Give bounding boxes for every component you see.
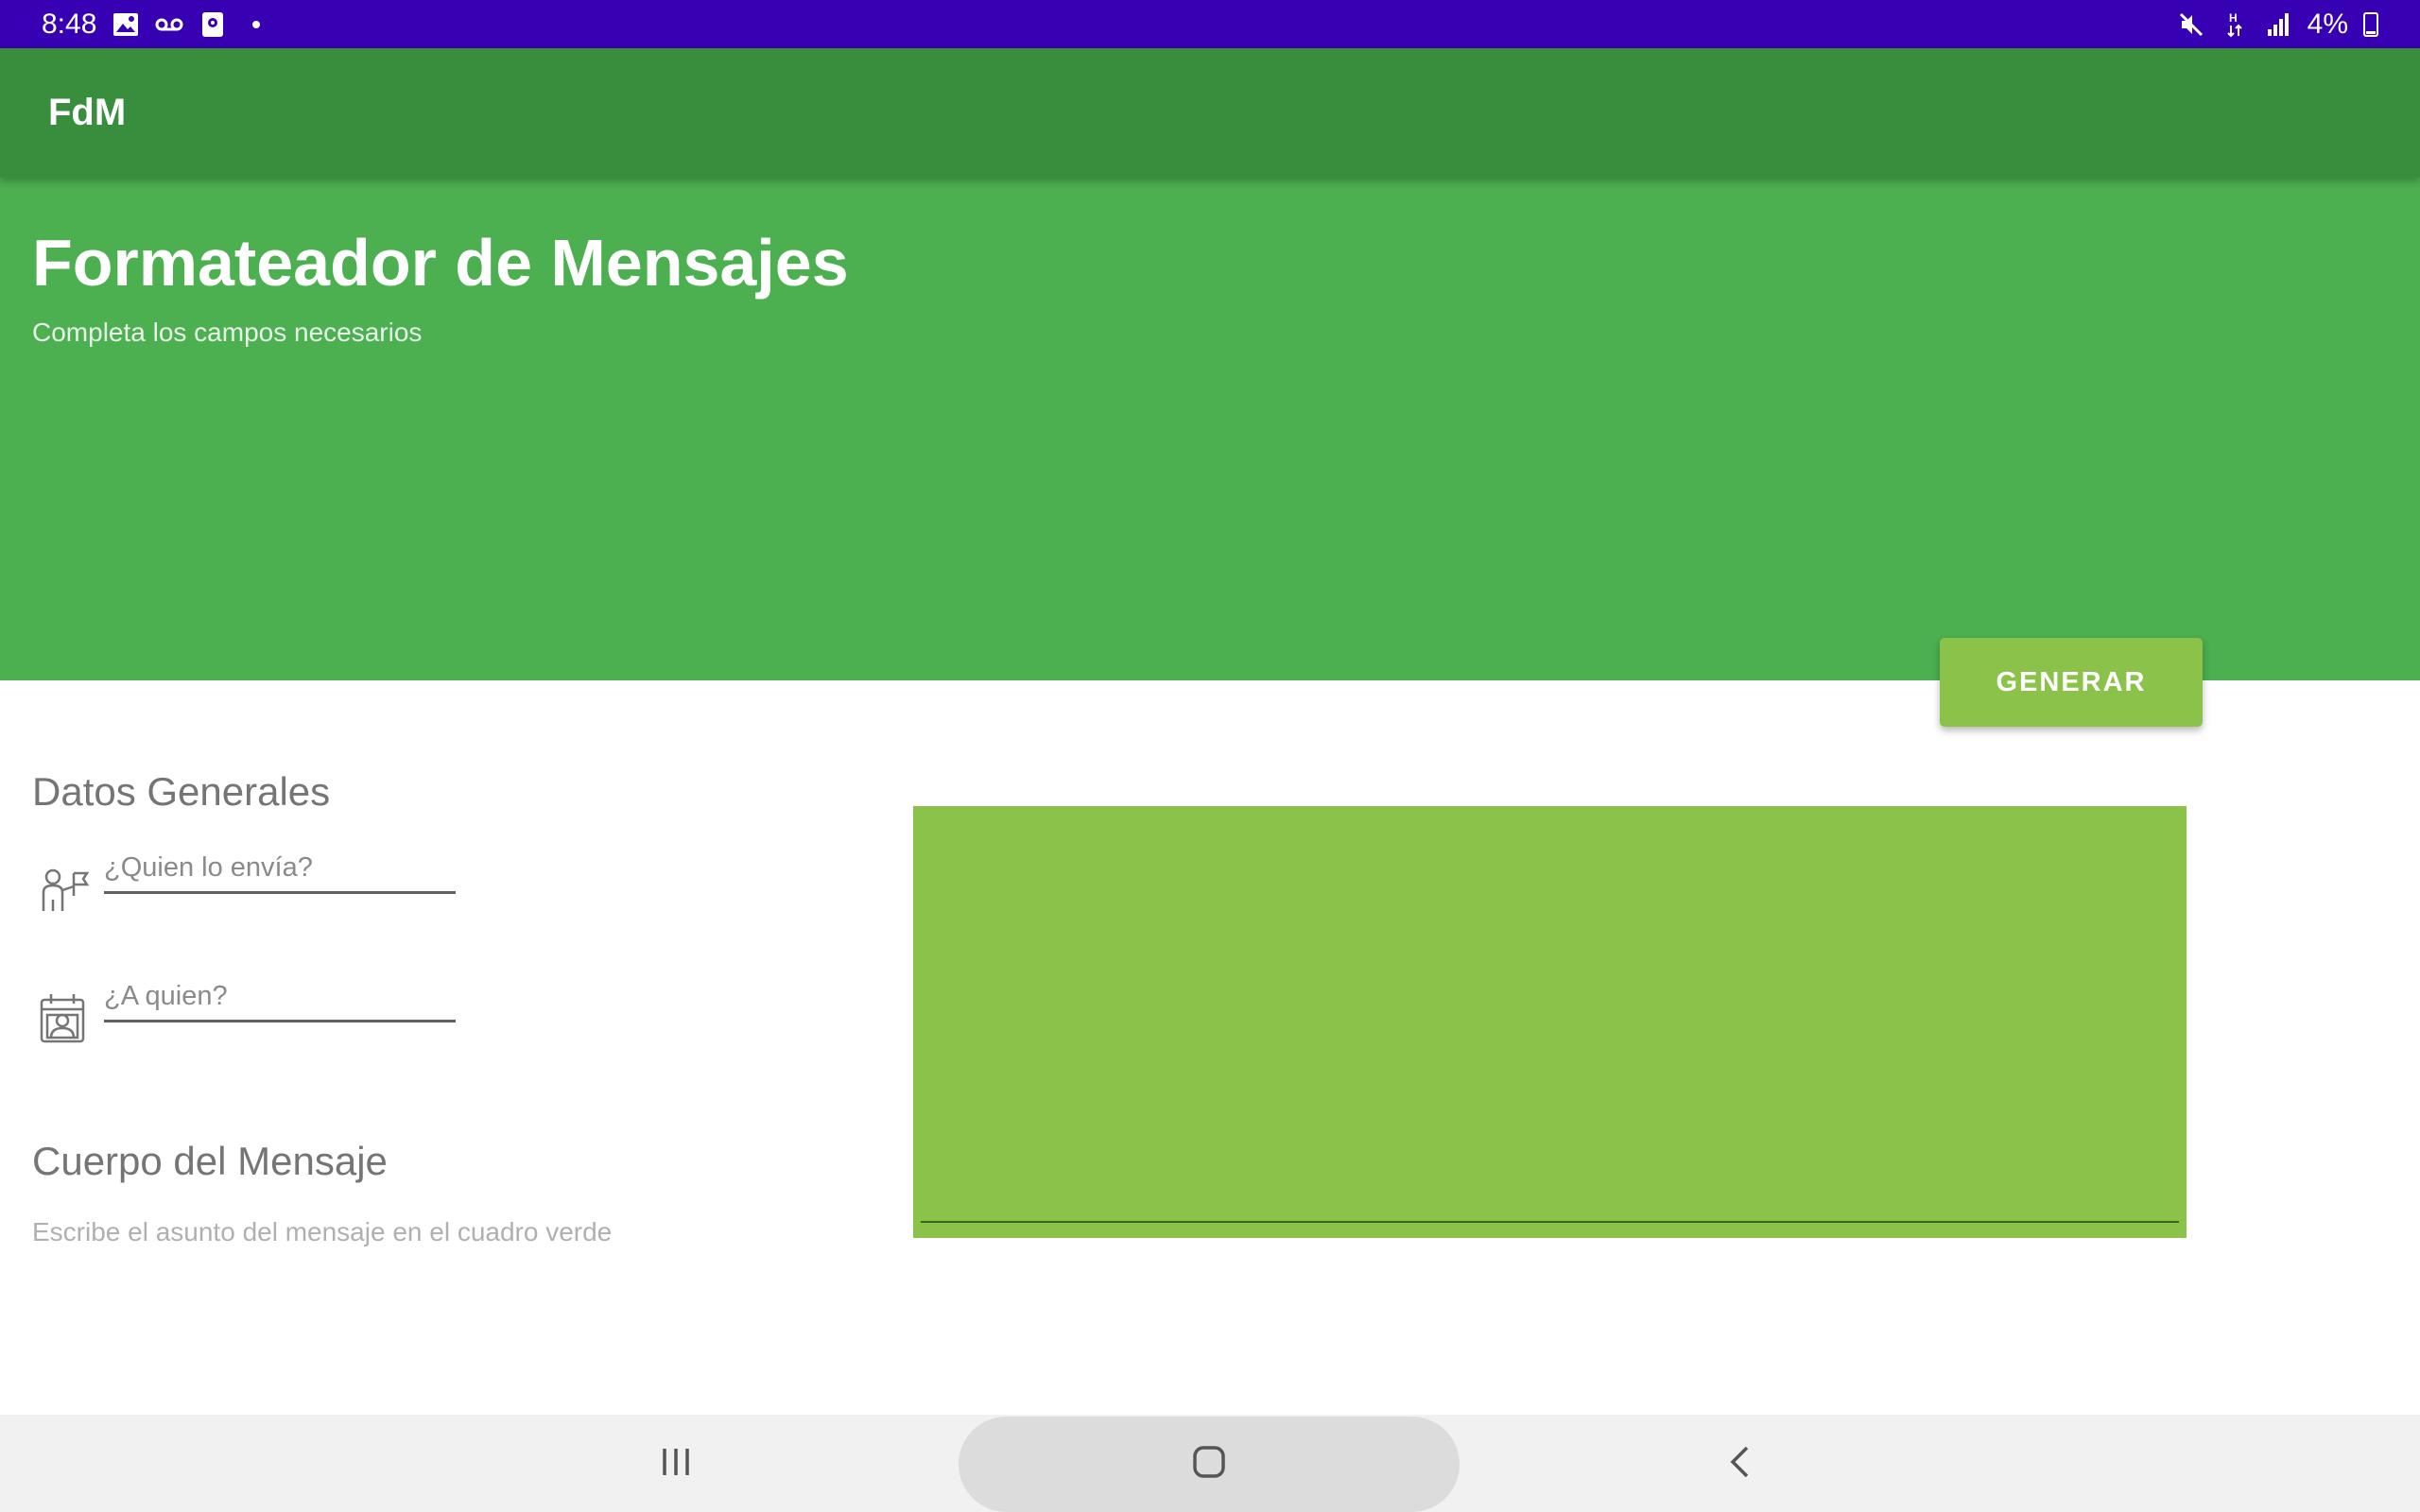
image-icon <box>112 10 140 39</box>
general-data-heading: Datos Generales <box>32 769 331 814</box>
page-title: Formateador de Mensajes <box>32 226 849 300</box>
app-notification-icon <box>199 10 227 39</box>
network-h-icon: H <box>2221 10 2249 39</box>
sender-field-row: ¿Quien lo envía? <box>36 849 456 924</box>
battery-icon <box>2363 11 2378 37</box>
generate-button[interactable]: GENERAR <box>1940 638 2203 727</box>
message-body-heading: Cuerpo del Mensaje <box>32 1139 388 1183</box>
mute-icon <box>2177 10 2205 39</box>
app-bar: FdM <box>0 48 2420 178</box>
dot-icon <box>242 10 270 39</box>
home-button[interactable] <box>959 1417 1460 1512</box>
person-flag-icon <box>36 862 91 917</box>
back-icon <box>1728 1445 1751 1484</box>
recents-icon <box>659 1447 693 1482</box>
header-banner: Formateador de Mensajes Completa los cam… <box>0 178 2420 680</box>
status-time: 8:48 <box>42 8 97 40</box>
recipient-field-row: ¿A quien? <box>36 977 456 1053</box>
signal-icon <box>2264 10 2292 39</box>
status-bar: 8:48 H 4% <box>0 0 2420 48</box>
page-subtitle: Completa los campos necesarios <box>32 318 423 347</box>
battery-percentage: 4% <box>2307 8 2348 40</box>
message-box-underline <box>921 1221 2179 1223</box>
voicemail-icon <box>155 10 183 39</box>
status-right: H 4% <box>2177 9 2378 41</box>
system-nav-bar <box>0 1415 2420 1512</box>
message-body-input[interactable] <box>913 806 2187 1238</box>
recipient-input[interactable]: ¿A quien? <box>104 977 456 1022</box>
app-title: FdM <box>48 92 127 133</box>
contact-calendar-icon <box>36 990 91 1045</box>
back-button[interactable] <box>1706 1434 1772 1494</box>
svg-text:H: H <box>2229 11 2238 25</box>
home-icon <box>1192 1445 1226 1484</box>
message-body-hint: Escribe el asunto del mensaje en el cuad… <box>32 1217 613 1246</box>
app-screen: 8:48 H 4% FdM Formateador de Mensajes Co… <box>0 0 2420 1512</box>
status-left: 8:48 <box>42 9 270 41</box>
sender-input[interactable]: ¿Quien lo envía? <box>104 849 456 894</box>
recents-button[interactable] <box>643 1434 709 1494</box>
